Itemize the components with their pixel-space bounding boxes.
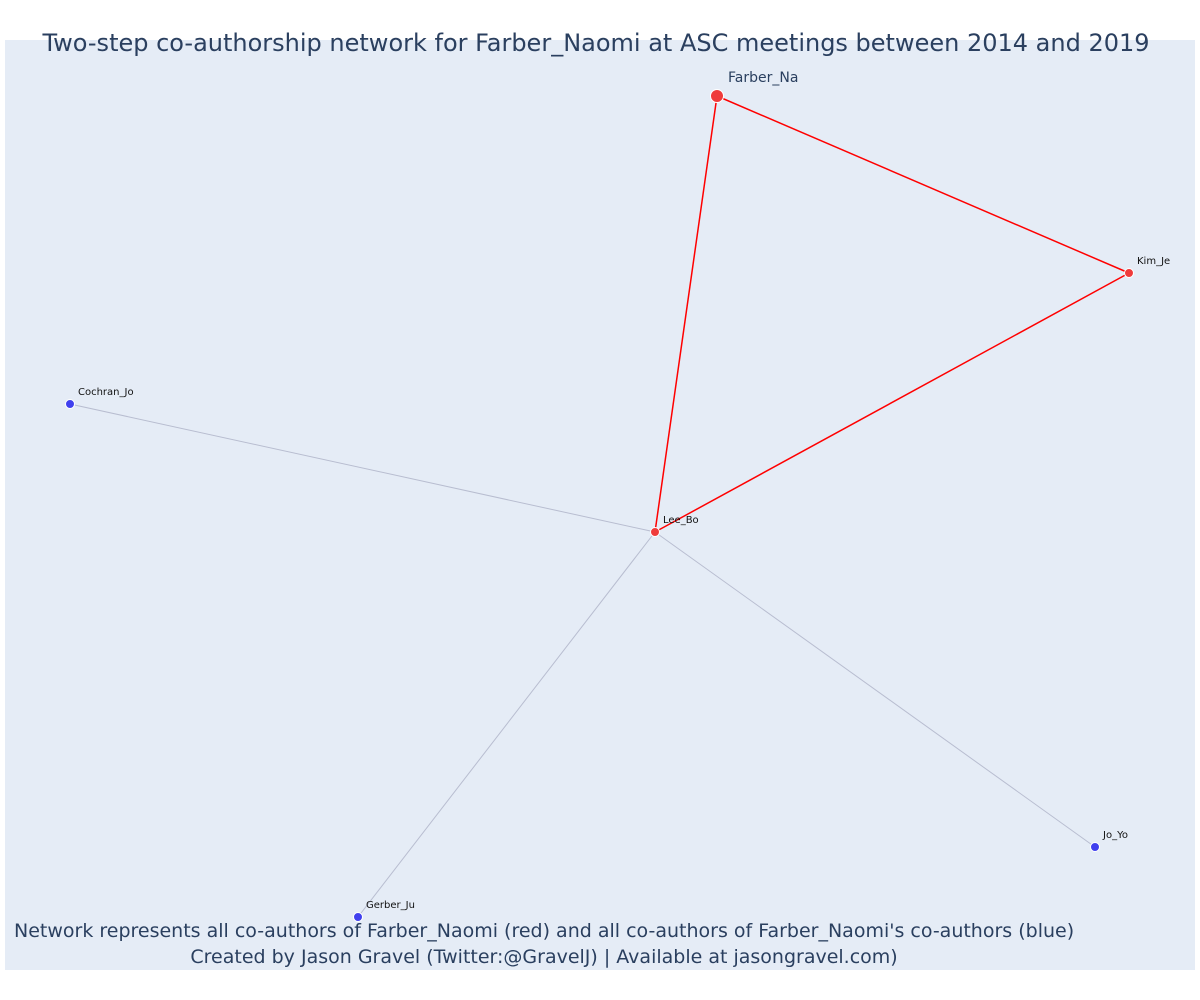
labels-layer: Farber_Na Kim_Je Lee_Bo Cochran_Jo Gerber_Ju… — [78, 70, 1170, 911]
edge-Farber_Na-Kim_Je — [716, 95, 1130, 274]
chart-caption: Network represents all co-authors of Far… — [14, 918, 1074, 970]
node-label-Gerber_Ju: Gerber_Ju — [366, 900, 415, 911]
caption-line-2: Created by Jason Gravel (Twitter:@Gravel… — [190, 946, 898, 968]
node-label-Cochran_Jo: Cochran_Jo — [78, 387, 134, 398]
node-Lee_Bo[interactable] — [650, 527, 660, 537]
edge-Farber_Na-Lee_Bo — [654, 95, 718, 533]
caption-line-1: Network represents all co-authors of Far… — [14, 920, 1075, 942]
network-graph: Farber_Na Kim_Je Lee_Bo Cochran_Jo Gerber_Ju… — [65, 70, 1170, 922]
node-Cochran_Jo[interactable] — [65, 399, 75, 409]
edges-layer — [69, 95, 1130, 918]
edge-Lee_Bo-Cochran_Jo — [69, 403, 656, 533]
node-label-Jo_Yo: Jo_Yo — [1102, 830, 1128, 841]
node-Kim_Je[interactable] — [1124, 268, 1134, 278]
edge-Lee_Bo-Gerber_Ju — [357, 531, 656, 918]
node-Jo_Yo[interactable] — [1090, 842, 1100, 852]
node-label-Farber_Na: Farber_Na — [728, 70, 798, 86]
node-label-Lee_Bo: Lee_Bo — [663, 515, 699, 526]
edge-Lee_Bo-Jo_Yo — [654, 531, 1096, 848]
node-Farber_Na[interactable] — [710, 89, 724, 103]
chart-title: Two-step co-authorship network for Farbe… — [42, 29, 1150, 57]
node-label-Kim_Je: Kim_Je — [1137, 256, 1170, 267]
edge-Kim_Je-Lee_Bo — [654, 272, 1130, 533]
nodes-layer — [65, 89, 1134, 922]
